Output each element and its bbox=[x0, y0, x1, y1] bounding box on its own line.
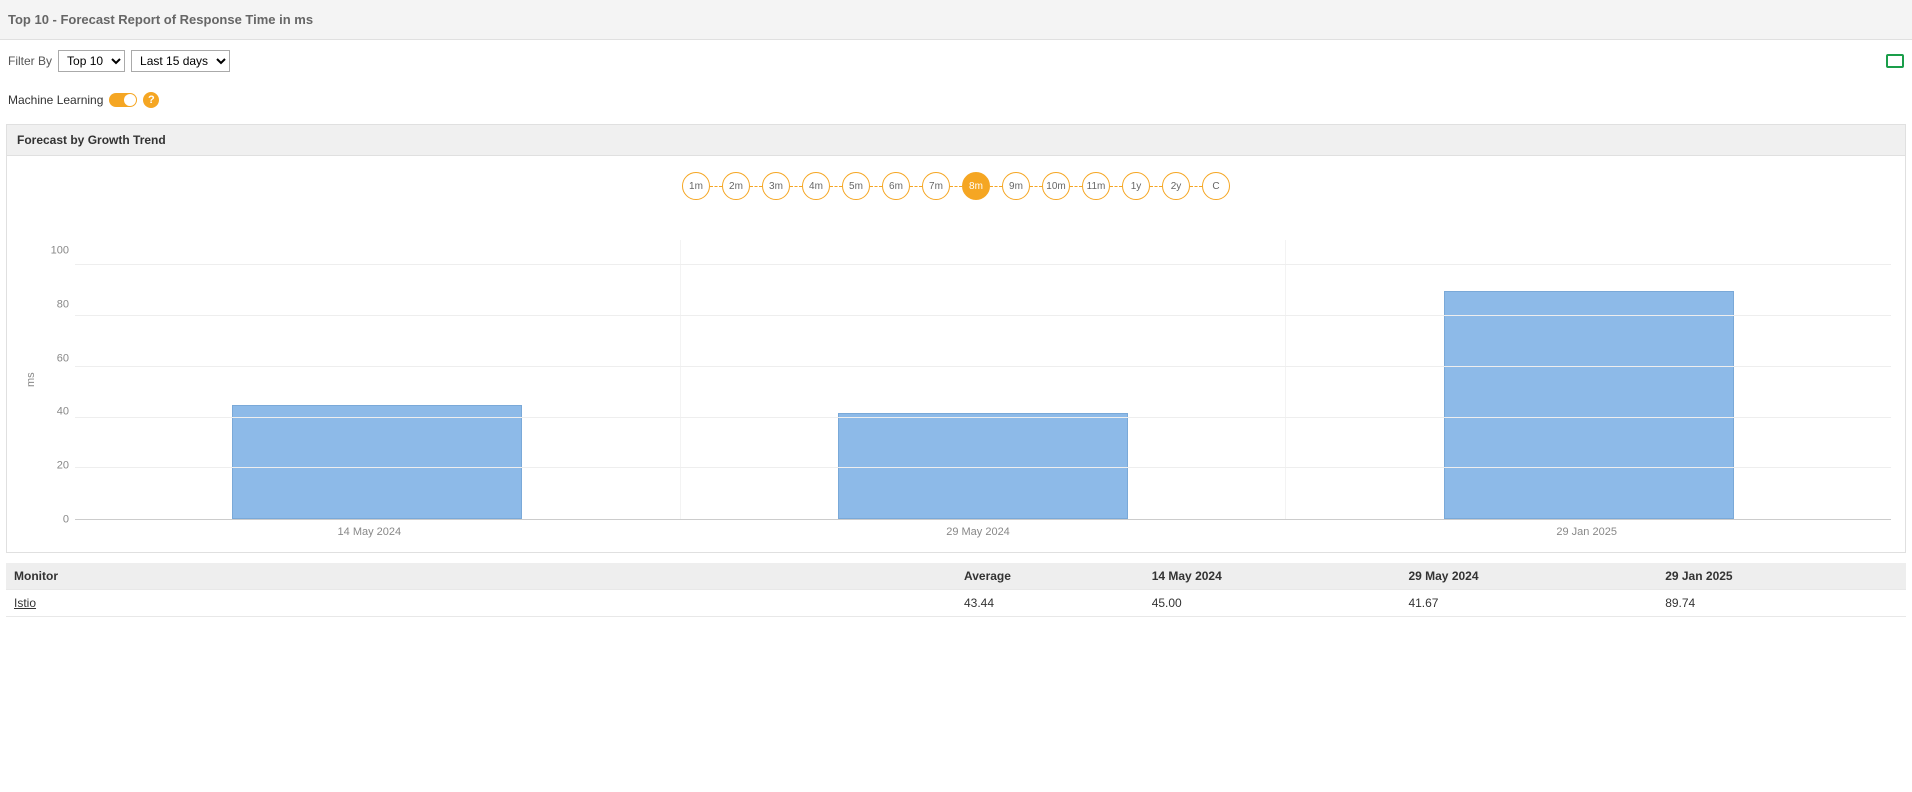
table-cell: 43.44 bbox=[956, 590, 1144, 617]
range-connector bbox=[1190, 186, 1202, 187]
y-axis: 100806040200 bbox=[41, 240, 75, 520]
help-icon[interactable]: ? bbox=[143, 92, 159, 108]
filter-label: Filter By bbox=[8, 54, 52, 68]
ml-row: Machine Learning ? bbox=[0, 82, 1912, 124]
table-header: 29 Jan 2025 bbox=[1657, 563, 1906, 590]
range-button-9m[interactable]: 9m bbox=[1002, 172, 1030, 200]
table-header: Average bbox=[956, 563, 1144, 590]
range-button-5m[interactable]: 5m bbox=[842, 172, 870, 200]
grid-line bbox=[75, 366, 1891, 367]
range-connector bbox=[790, 186, 802, 187]
range-connector bbox=[710, 186, 722, 187]
range-connector bbox=[1110, 186, 1122, 187]
y-tick: 0 bbox=[41, 514, 69, 525]
range-button-11m[interactable]: 11m bbox=[1082, 172, 1110, 200]
range-button-2y[interactable]: 2y bbox=[1162, 172, 1190, 200]
table-cell: 89.74 bbox=[1657, 590, 1906, 617]
bar[interactable] bbox=[232, 405, 522, 519]
range-connector bbox=[870, 186, 882, 187]
plot-area[interactable] bbox=[75, 240, 1891, 520]
x-axis: 14 May 202429 May 202429 Jan 2025 bbox=[61, 520, 1895, 546]
ml-label: Machine Learning bbox=[8, 93, 103, 107]
chart-area: ms 100806040200 bbox=[17, 240, 1895, 520]
forecast-panel: Forecast by Growth Trend 1m 2m 3m 4m 5m 6m 7m 8… bbox=[6, 124, 1906, 553]
range-button-6m[interactable]: 6m bbox=[882, 172, 910, 200]
table-cell: 41.67 bbox=[1400, 590, 1657, 617]
grid-line bbox=[75, 417, 1891, 418]
top-n-select[interactable]: Top 10 bbox=[58, 50, 125, 72]
range-connector bbox=[750, 186, 762, 187]
table-row: Istio43.4445.0041.6789.74 bbox=[6, 590, 1906, 617]
range-connector bbox=[1030, 186, 1042, 187]
y-tick: 100 bbox=[41, 246, 69, 257]
table-header: 29 May 2024 bbox=[1400, 563, 1657, 590]
table-cell: 45.00 bbox=[1144, 590, 1401, 617]
range-connector bbox=[830, 186, 842, 187]
range-connector bbox=[990, 186, 1002, 187]
y-tick: 20 bbox=[41, 461, 69, 472]
x-tick: 29 Jan 2025 bbox=[1282, 526, 1891, 538]
monitor-link[interactable]: Istio bbox=[6, 590, 956, 617]
bar-column bbox=[1286, 240, 1891, 519]
time-range-select[interactable]: Last 15 days bbox=[131, 50, 230, 72]
forecast-table: MonitorAverage14 May 202429 May 202429 J… bbox=[6, 563, 1906, 617]
grid-line bbox=[75, 467, 1891, 468]
range-button-1m[interactable]: 1m bbox=[682, 172, 710, 200]
range-button-2m[interactable]: 2m bbox=[722, 172, 750, 200]
forecast-range-strip: 1m 2m 3m 4m 5m 6m 7m 8m 9m 10m 11m 1y 2y C bbox=[17, 172, 1895, 200]
range-button-10m[interactable]: 10m bbox=[1042, 172, 1070, 200]
table-header: Monitor bbox=[6, 563, 956, 590]
y-tick: 60 bbox=[41, 353, 69, 364]
range-button-7m[interactable]: 7m bbox=[922, 172, 950, 200]
range-button-4m[interactable]: 4m bbox=[802, 172, 830, 200]
y-tick: 80 bbox=[41, 299, 69, 310]
range-connector bbox=[910, 186, 922, 187]
grid-line bbox=[75, 315, 1891, 316]
filter-bar: Filter By Top 10 Last 15 days bbox=[0, 40, 1912, 82]
bar-column bbox=[681, 240, 1287, 519]
range-connector bbox=[1150, 186, 1162, 187]
y-tick: 40 bbox=[41, 407, 69, 418]
range-button-1y[interactable]: 1y bbox=[1122, 172, 1150, 200]
range-button-8m[interactable]: 8m bbox=[962, 172, 990, 200]
panel-title: Forecast by Growth Trend bbox=[7, 125, 1905, 156]
export-icon[interactable] bbox=[1886, 54, 1904, 68]
range-button-3m[interactable]: 3m bbox=[762, 172, 790, 200]
grid-line bbox=[75, 264, 1891, 265]
bar-column bbox=[75, 240, 681, 519]
range-connector bbox=[950, 186, 962, 187]
x-tick: 14 May 2024 bbox=[65, 526, 674, 538]
bar[interactable] bbox=[1444, 291, 1734, 519]
y-axis-label: ms bbox=[21, 240, 41, 520]
range-connector bbox=[1070, 186, 1082, 187]
ml-toggle[interactable] bbox=[109, 93, 137, 107]
bar[interactable] bbox=[838, 413, 1128, 519]
table-header: 14 May 2024 bbox=[1144, 563, 1401, 590]
page-title: Top 10 - Forecast Report of Response Tim… bbox=[0, 0, 1912, 40]
range-button-C[interactable]: C bbox=[1202, 172, 1230, 200]
x-tick: 29 May 2024 bbox=[674, 526, 1283, 538]
